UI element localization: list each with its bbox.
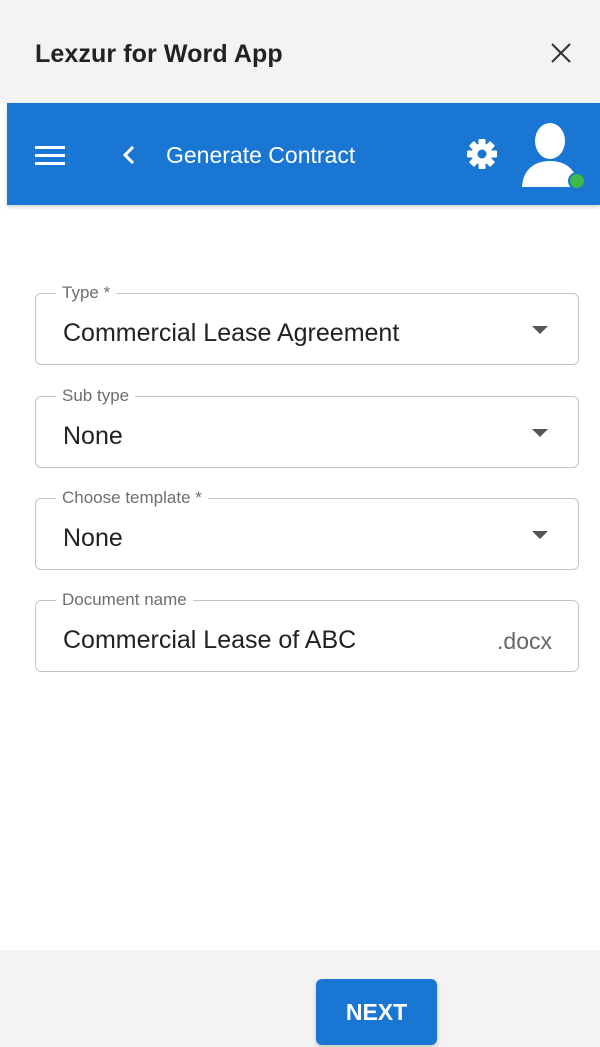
subtype-select[interactable]: Sub type None: [35, 386, 579, 468]
next-button[interactable]: NEXT: [316, 979, 437, 1045]
dropdown-arrow-icon: [532, 429, 548, 437]
template-label: Choose template *: [56, 488, 208, 508]
subtype-label: Sub type: [56, 386, 136, 406]
dropdown-arrow-icon: [532, 326, 548, 334]
template-value: None: [63, 524, 123, 552]
file-extension-suffix: .docx: [497, 628, 552, 654]
dropdown-arrow-icon: [532, 531, 548, 539]
type-select[interactable]: Type * Commercial Lease Agreement: [35, 283, 579, 365]
window-titlebar: Lexzur for Word App: [0, 0, 600, 103]
user-avatar-icon[interactable]: [517, 117, 587, 195]
template-select[interactable]: Choose template * None: [35, 488, 579, 570]
footer-bar: NEXT: [0, 950, 600, 1047]
type-label: Type *: [56, 283, 117, 303]
document-name-label: Document name: [56, 590, 193, 610]
chevron-left-icon[interactable]: [117, 141, 141, 169]
window-title: Lexzur for Word App: [35, 40, 283, 68]
gear-icon[interactable]: [465, 137, 499, 171]
hamburger-menu-icon[interactable]: [33, 140, 67, 170]
app-header: Generate Contract: [7, 103, 600, 205]
document-name-field[interactable]: Document name Commercial Lease of ABC .d…: [35, 590, 579, 672]
type-value: Commercial Lease Agreement: [63, 319, 400, 347]
document-name-input[interactable]: Commercial Lease of ABC: [63, 625, 356, 655]
subtype-value: None: [63, 422, 123, 450]
online-status-dot: [568, 172, 586, 190]
page-title: Generate Contract: [166, 142, 356, 168]
close-icon[interactable]: [548, 40, 574, 66]
